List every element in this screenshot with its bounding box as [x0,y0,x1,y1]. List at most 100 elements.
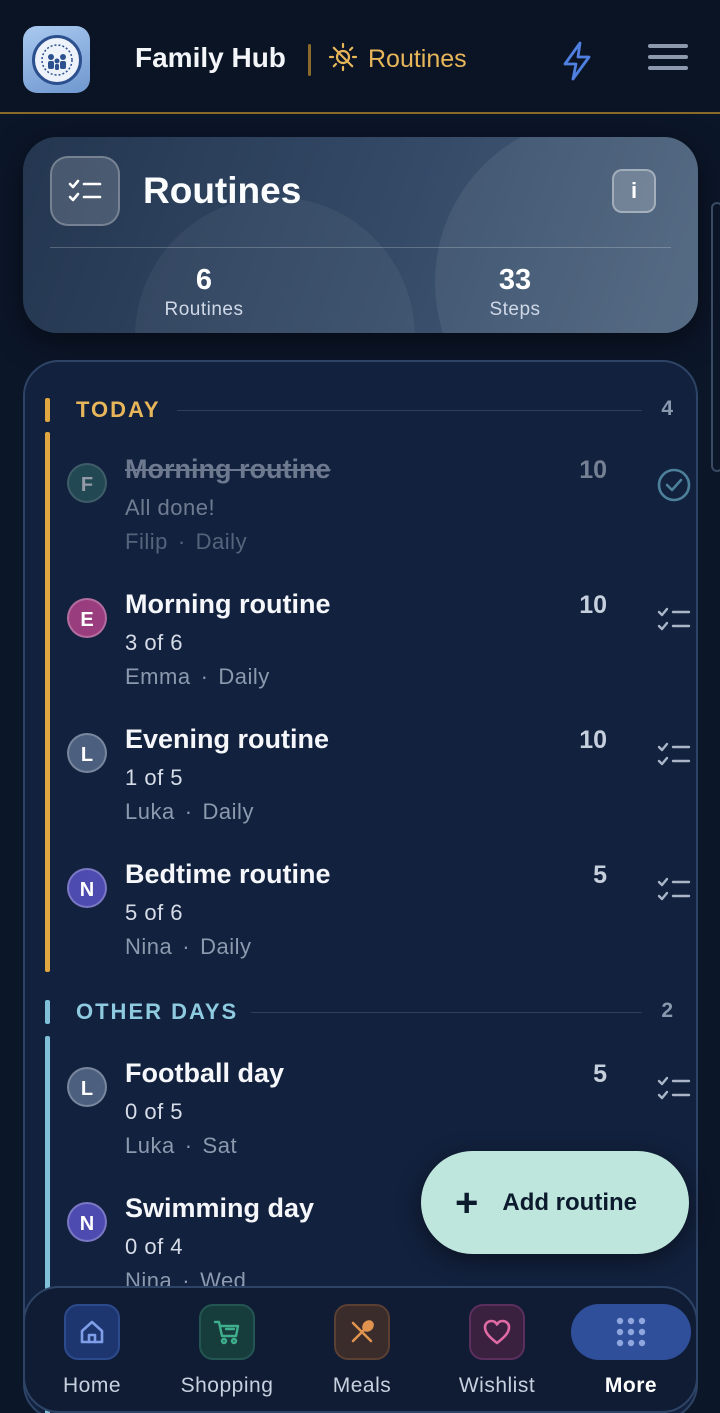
routines-summary-card: Routines i 6 Routines 33 Steps [23,137,698,333]
section-label: Routines [368,45,467,73]
routine-progress: 0 of 4 [125,1234,184,1259]
avatar: L [67,733,107,773]
add-routine-label: Add routine [502,1188,638,1216]
scrollbar[interactable] [711,202,720,472]
routine-meta: Luka · Daily [125,799,254,825]
routine-item[interactable]: E Morning routine 3 of 6 Emma · Daily 10 [65,585,691,705]
group-header-today: TODAY 4 [45,396,685,426]
group-accent-bar [45,398,50,422]
info-button[interactable]: i [612,169,656,213]
checklist-icon [50,156,120,226]
routine-points: 10 [579,726,607,754]
routine-schedule: Daily [195,529,248,554]
stat-label: Steps [489,299,541,320]
routine-name: Bedtime routine [125,859,331,889]
grid-icon [571,1304,691,1360]
routine-schedule: Daily [202,799,254,824]
checklist-icon[interactable] [653,871,695,909]
routine-points: 10 [579,591,607,619]
stat-routines: 6 Routines [124,264,284,321]
nav-item-wishlist[interactable]: Wishlist [437,1304,557,1398]
routine-person: Luka [125,799,175,824]
routine-points: 5 [593,861,607,889]
routine-progress: 3 of 6 [125,630,184,655]
routine-progress: All done! [125,495,216,520]
nav-label: Home [62,1374,122,1397]
nav-label: Meals [332,1374,392,1397]
routine-meta: Nina · Daily [125,934,251,960]
stat-label: Routines [164,299,244,320]
group-count: 2 [661,999,673,1022]
utensils-icon [334,1304,390,1360]
routine-schedule: Daily [200,934,252,959]
group-title: OTHER DAYS [76,999,239,1024]
check-circle-icon[interactable] [653,466,695,504]
stat-steps: 33 Steps [435,264,595,321]
meta-separator: · [177,529,186,554]
add-routine-button[interactable]: + Add routine [421,1151,689,1254]
nav-label: More [604,1374,658,1397]
avatar: L [67,1067,107,1107]
nav-item-more[interactable]: More [571,1304,691,1398]
routine-name: Morning routine [125,589,331,619]
family-logo[interactable] [23,26,90,93]
nav-item-home[interactable]: Home [32,1304,152,1398]
routine-meta: Luka · Sat [125,1133,237,1159]
family-logo-emblem [31,34,82,85]
routine-person: Nina [125,934,173,959]
meta-separator: · [184,799,193,824]
meta-separator: · [184,1133,193,1158]
routine-item[interactable]: F Morning routine All done! Filip · Daily … [65,450,691,570]
routine-item[interactable]: N Bedtime routine 5 of 6 Nina · Daily 5 [65,855,691,975]
routine-name: Swimming day [125,1193,315,1223]
routine-points: 10 [579,456,607,484]
routine-schedule: Sat [202,1133,238,1158]
routine-progress: 0 of 5 [125,1099,184,1124]
routine-progress: 1 of 5 [125,765,184,790]
checklist-icon[interactable] [653,736,695,774]
page-title: Routines [143,170,302,211]
routine-name: Football day [125,1058,285,1088]
menu-line [648,55,688,59]
group-divider [251,1012,642,1013]
group-header-other-days: OTHER DAYS 2 [45,998,685,1028]
header-divider [308,44,311,76]
group-rail-today [45,432,50,972]
routine-meta: Emma · Daily [125,664,270,690]
checklist-icon[interactable] [653,1070,695,1108]
group-divider [177,410,642,411]
menu-line [648,66,688,70]
section-indicator: Routines [328,42,467,77]
routine-schedule: Daily [218,664,270,689]
avatar: N [67,868,107,908]
nav-item-meals[interactable]: Meals [302,1304,422,1398]
routine-name: Evening routine [125,724,330,754]
nav-item-shopping[interactable]: Shopping [167,1304,287,1398]
heart-icon [469,1304,525,1360]
routine-person: Luka [125,1133,175,1158]
group-title: TODAY [76,397,161,422]
bottom-nav: Home Shopping Meals Wishlist More [23,1286,698,1413]
bolt-icon[interactable] [558,40,596,82]
meta-separator: · [200,664,209,689]
avatar: E [67,598,107,638]
menu-icon[interactable] [648,44,688,76]
checklist-icon[interactable] [653,601,695,639]
avatar: F [67,463,107,503]
routine-list-panel: TODAY 4 F Morning routine All done! Fili… [23,360,698,1413]
home-icon [64,1304,120,1360]
routine-item[interactable]: L Evening routine 1 of 5 Luka · Daily 10 [65,720,691,840]
routine-person: Emma [125,664,191,689]
nav-label: Wishlist [458,1374,536,1397]
stat-value: 33 [498,264,532,296]
summary-divider [50,247,671,248]
app-header: Family Hub Routines [0,0,720,114]
stat-value: 6 [195,264,213,296]
routine-name: Morning routine [125,454,331,484]
routine-progress: 5 of 6 [125,900,184,925]
routine-meta: Filip · Daily [125,529,247,555]
meta-separator: · [182,934,191,959]
avatar: N [67,1202,107,1242]
sun-icon [328,42,358,77]
group-accent-bar [45,1000,50,1024]
